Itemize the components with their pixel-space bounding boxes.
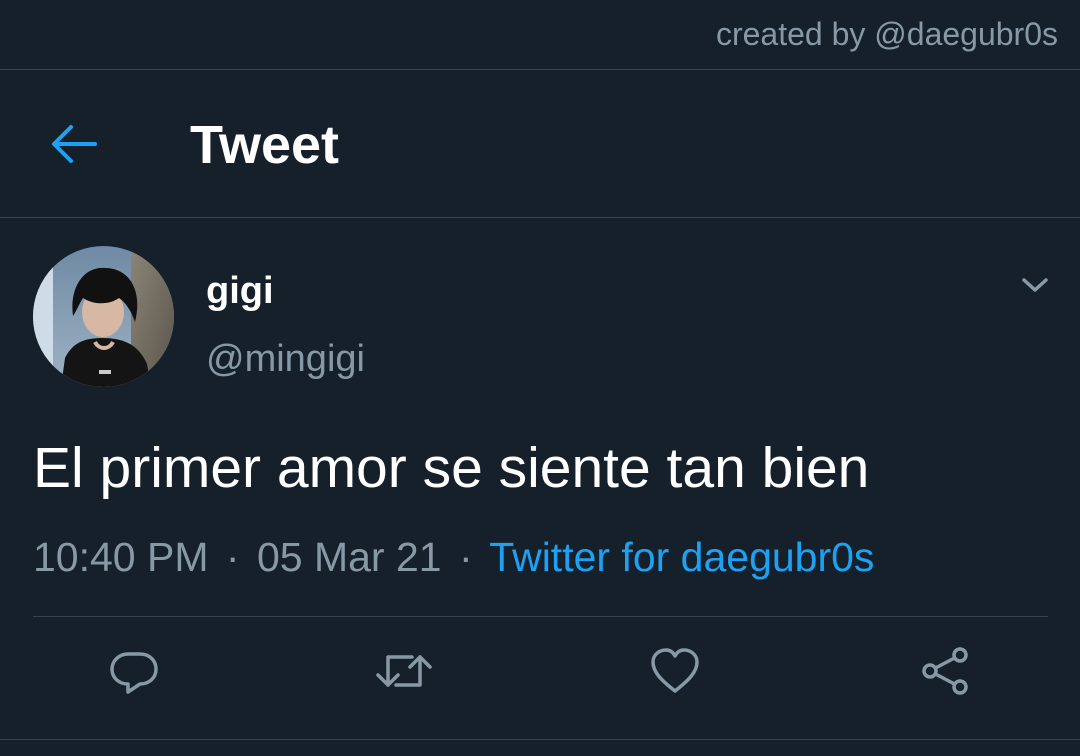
meta-separator: ·	[458, 534, 473, 580]
speech-bubble-icon	[110, 652, 158, 694]
tweet-meta: 10:40 PM · 05 Mar 21 · Twitter for daegu…	[33, 533, 874, 581]
heart-icon	[651, 648, 699, 693]
watermark-bar: created by @daegubr0s	[0, 0, 1080, 70]
retweet-icon	[376, 655, 432, 687]
avatar[interactable]	[33, 246, 174, 387]
tweet-time: 10:40 PM	[33, 534, 209, 580]
reply-button[interactable]	[102, 639, 166, 703]
retweet-button[interactable]	[372, 639, 436, 703]
divider	[33, 616, 1048, 617]
divider	[0, 739, 1080, 740]
tweet-date: 05 Mar 21	[256, 534, 442, 580]
tweet-options-button[interactable]	[1010, 265, 1060, 305]
page-title: Tweet	[190, 115, 340, 175]
watermark-text: created by @daegubr0s	[715, 16, 1058, 52]
tweet-actions	[0, 639, 1080, 719]
back-button[interactable]	[40, 114, 108, 174]
share-icon	[922, 647, 968, 695]
tweet-text: El primer amor se siente tan bien	[33, 436, 870, 500]
chevron-down-icon	[1022, 278, 1048, 292]
tweet-screen: created by @daegubr0s Tweet gigi @mingig…	[0, 0, 1080, 756]
tweet-detail: gigi @mingigi El primer amor se siente t…	[0, 219, 1080, 756]
like-button[interactable]	[643, 639, 707, 703]
tweet-source-link[interactable]: Twitter for daegubr0s	[489, 534, 874, 580]
share-button[interactable]	[913, 639, 977, 703]
avatar-image	[33, 246, 174, 387]
author-handle[interactable]: @mingigi	[206, 337, 365, 381]
arrow-left-icon	[52, 125, 97, 163]
author-name[interactable]: gigi	[206, 269, 274, 313]
meta-separator: ·	[225, 534, 240, 580]
app-header: Tweet	[0, 70, 1080, 218]
